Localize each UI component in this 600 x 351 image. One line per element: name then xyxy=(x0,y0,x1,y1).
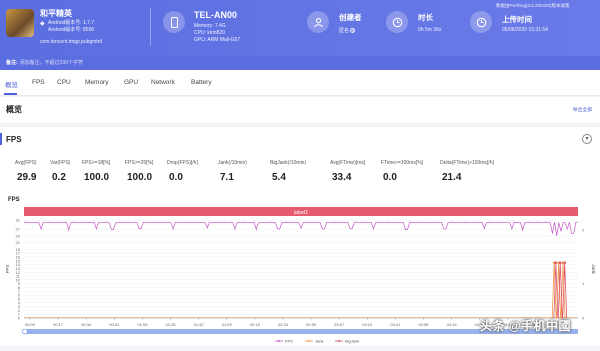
y-axis-label: FPS xyxy=(5,265,10,274)
metric-ftime-100: FTime>=100ms[%] 0.0 xyxy=(381,160,424,183)
overview-title: 概览 xyxy=(6,105,22,114)
android-version: Android版本号: 1.7.7 xyxy=(48,20,95,26)
chart-title: FPS xyxy=(8,197,20,203)
x-tick-label: 03:07 xyxy=(334,322,345,327)
remark-bar[interactable]: 备注: 添加备注，不超过200个字符 xyxy=(0,56,600,70)
legend-label: FPS xyxy=(285,339,293,344)
x-tick-label: 00:34 xyxy=(81,322,92,327)
scroll-handle-left xyxy=(22,328,28,335)
x-tick-label: 01:59 xyxy=(222,322,233,327)
y2-tick-label: 0 xyxy=(582,316,585,321)
label-band-text: label1 xyxy=(294,210,309,216)
x-tick-label: 03:24 xyxy=(362,322,373,327)
tab-gpu[interactable]: GPU xyxy=(124,79,138,86)
gear-icon[interactable]: ⚙ xyxy=(350,28,356,33)
x-tick-label: 01:08 xyxy=(137,322,148,327)
tab-memory[interactable]: Memory xyxy=(85,79,108,86)
creator-value: 匿名 ⚙ xyxy=(339,28,356,34)
tab-battery[interactable]: Battery xyxy=(191,79,212,86)
collapse-toggle[interactable]: ▾ xyxy=(582,134,592,144)
legend-marker xyxy=(308,340,310,342)
clock-icon xyxy=(386,11,408,33)
device-cpu: CPU: kirin820 xyxy=(194,30,225,36)
x-tick-label: 01:25 xyxy=(166,322,177,327)
metric-avg-ftime: Avg(FTime)[ms] 33.4 xyxy=(330,160,366,183)
metric-fps-25: FPS>=25[%] 100.0 xyxy=(125,160,154,183)
metric-avg-fps: Avg(FPS) 29.9 xyxy=(15,160,37,183)
legend-label: BigJank xyxy=(345,339,359,344)
y-tick-label: 24 xyxy=(16,233,21,238)
app-icon xyxy=(6,9,34,37)
tab-fps[interactable]: FPS xyxy=(32,79,45,86)
y2-tick-label: 2 xyxy=(582,228,585,233)
app-meta: ◆ Android版本号: 1.7.7 Android版本号: 8500 xyxy=(40,20,94,33)
upload-value: 05/06/2020 15:31:54 xyxy=(502,27,548,33)
overview-card: 概览 导出全部 xyxy=(0,97,600,123)
duration-value: 0h 5m 36s xyxy=(418,27,442,33)
divider xyxy=(150,8,151,46)
x-tick-label: 00:00 xyxy=(25,322,36,327)
x-tick-label: 03:58 xyxy=(418,322,429,327)
android-build: Android版本号: 8500 xyxy=(48,26,95,33)
legend-marker xyxy=(278,340,280,342)
metric-var-fps: Var(FPS) 0.2 xyxy=(50,160,71,183)
device-memory: Memory: 7.4G xyxy=(194,23,226,29)
y2-axis-label: Jank xyxy=(591,264,596,274)
upload-clock-icon xyxy=(470,11,492,33)
metric-jank: Jank(/10min) 7.1 xyxy=(218,160,247,183)
device-meta: Memory: 7.4G CPU: kirin820 GPU: ARM Mali… xyxy=(194,23,240,44)
watermark: 头条 @手机中國 xyxy=(480,319,572,333)
active-tab-indicator xyxy=(4,93,17,95)
tab-cpu[interactable]: CPU xyxy=(57,79,71,86)
y-tick-label: 27 xyxy=(16,227,21,232)
metric-delta-ftime: Delta(FTime)>100ms[/h] 21.4 xyxy=(440,160,494,183)
legend-label: Jank xyxy=(315,339,323,344)
metric-bigjank: BigJank(/10min) 5.4 xyxy=(270,160,307,183)
y-tick-label: 31 xyxy=(16,218,21,223)
device-gpu: GPU: ARM Mali-G57 xyxy=(194,37,241,43)
upload-title: 上传时间 xyxy=(502,15,532,24)
perfdog-version: 数据由PerfDog(3.6.200420)版本收集 xyxy=(496,3,570,8)
creator-title: 创建者 xyxy=(339,13,362,22)
x-tick-label: 00:51 xyxy=(109,322,120,327)
app-name: 和平精英 xyxy=(40,9,72,18)
x-tick-label: 02:16 xyxy=(250,322,261,327)
y-tick-label: 18 xyxy=(16,247,21,252)
user-icon xyxy=(307,11,329,33)
report-header: 和平精英 ◆ Android版本号: 1.7.7 Android版本号: 8500… xyxy=(0,0,600,56)
legend-marker xyxy=(338,340,340,342)
x-tick-label: 03:41 xyxy=(390,322,401,327)
metric-drop-fps: Drop(FPS)[/h] 0.0 xyxy=(167,160,198,183)
export-all-link[interactable]: 导出全部 xyxy=(573,106,592,113)
fps-section-title: FPS xyxy=(6,135,22,144)
device-name: TEL-AN00 xyxy=(194,10,238,20)
bigjank-series-line-point xyxy=(554,261,558,265)
tab-overview[interactable]: 概览 xyxy=(5,79,18,89)
x-tick-label: 02:50 xyxy=(306,322,317,327)
tab-bar: 概览 FPS CPU Memory GPU Network Battery xyxy=(0,70,600,96)
remark-input[interactable]: 添加备注，不超过200个字符 xyxy=(20,60,83,66)
x-tick-label: 01:42 xyxy=(194,322,205,327)
x-tick-label: 02:33 xyxy=(278,322,289,327)
bigjank-series-line-point xyxy=(558,261,562,265)
duration-title: 时长 xyxy=(418,13,433,22)
remark-label: 备注: xyxy=(6,60,18,66)
x-tick-label: 04:15 xyxy=(447,322,458,327)
phone-icon xyxy=(163,11,185,33)
y2-tick-label: 1 xyxy=(582,281,585,286)
metric-fps-18: FPS>=18[%] 100.0 xyxy=(82,160,111,183)
package-name: com.tencent.tmgp.pubgmhd xyxy=(40,39,102,45)
bigjank-series-line-point xyxy=(563,261,567,265)
section-accent xyxy=(0,133,2,145)
y-tick-label: 21 xyxy=(16,240,21,245)
x-tick-label: 00:17 xyxy=(53,322,64,327)
tab-network[interactable]: Network xyxy=(151,79,175,86)
